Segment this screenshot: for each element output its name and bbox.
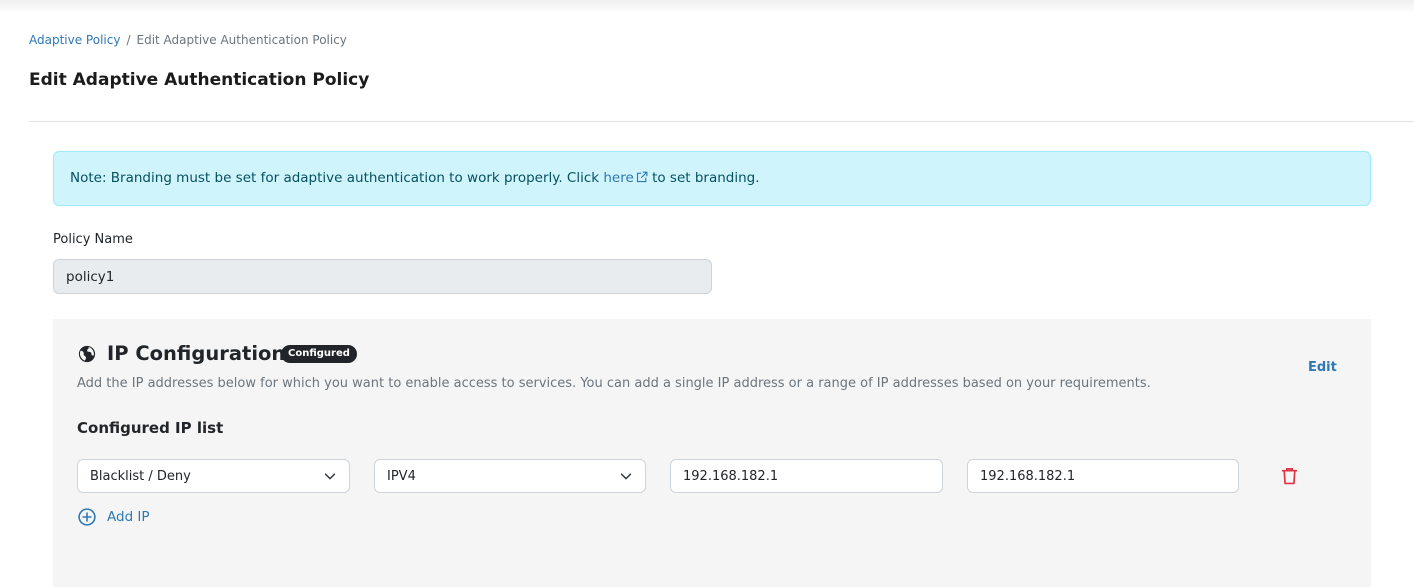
- note-text-after: to set branding.: [647, 170, 760, 186]
- start-ip-value: 192.168.182.1: [683, 468, 779, 484]
- access-type-select[interactable]: Blacklist / Deny: [77, 459, 350, 493]
- ip-type-value: IPV4: [387, 468, 416, 484]
- external-link-icon: [636, 171, 648, 183]
- configured-ip-list-title: Configured IP list: [77, 419, 224, 437]
- policy-name-input[interactable]: [53, 259, 712, 294]
- edit-ip-configuration-link[interactable]: Edit: [1308, 360, 1337, 375]
- ip-type-select[interactable]: IPV4: [374, 459, 646, 493]
- policy-name-label: Policy Name: [53, 232, 133, 247]
- ip-configuration-description: Add the IP addresses below for which you…: [77, 376, 1151, 391]
- branding-note: Note: Branding must be set for adaptive …: [53, 151, 1371, 206]
- globe-icon: [78, 345, 96, 363]
- end-ip-input[interactable]: 192.168.182.1: [967, 459, 1239, 493]
- end-ip-value: 192.168.182.1: [980, 468, 1076, 484]
- breadcrumb-current: Edit Adaptive Authentication Policy: [136, 33, 347, 47]
- add-ip-button[interactable]: Add IP: [78, 508, 150, 526]
- breadcrumb-adaptive-policy-link[interactable]: Adaptive Policy: [29, 33, 120, 47]
- ip-configuration-title: IP Configuration: [107, 342, 286, 365]
- note-text-before: Note: Branding must be set for adaptive …: [70, 170, 604, 186]
- breadcrumb-separator: /: [126, 33, 131, 47]
- configured-badge: Configured: [281, 345, 357, 363]
- access-type-value: Blacklist / Deny: [90, 468, 191, 484]
- header-divider: [29, 121, 1414, 122]
- start-ip-input[interactable]: 192.168.182.1: [670, 459, 943, 493]
- trash-icon[interactable]: [1281, 467, 1298, 485]
- chevron-down-icon: [324, 473, 336, 480]
- breadcrumb: Adaptive Policy / Edit Adaptive Authentica…: [29, 33, 347, 47]
- note-link-text: here: [603, 170, 634, 186]
- chevron-down-icon: [620, 473, 632, 480]
- plus-circle-icon: [78, 508, 96, 526]
- top-shadow: [0, 0, 1414, 14]
- add-ip-label: Add IP: [107, 509, 150, 525]
- branding-here-link[interactable]: here: [603, 170, 648, 186]
- page-title: Edit Adaptive Authentication Policy: [29, 70, 370, 90]
